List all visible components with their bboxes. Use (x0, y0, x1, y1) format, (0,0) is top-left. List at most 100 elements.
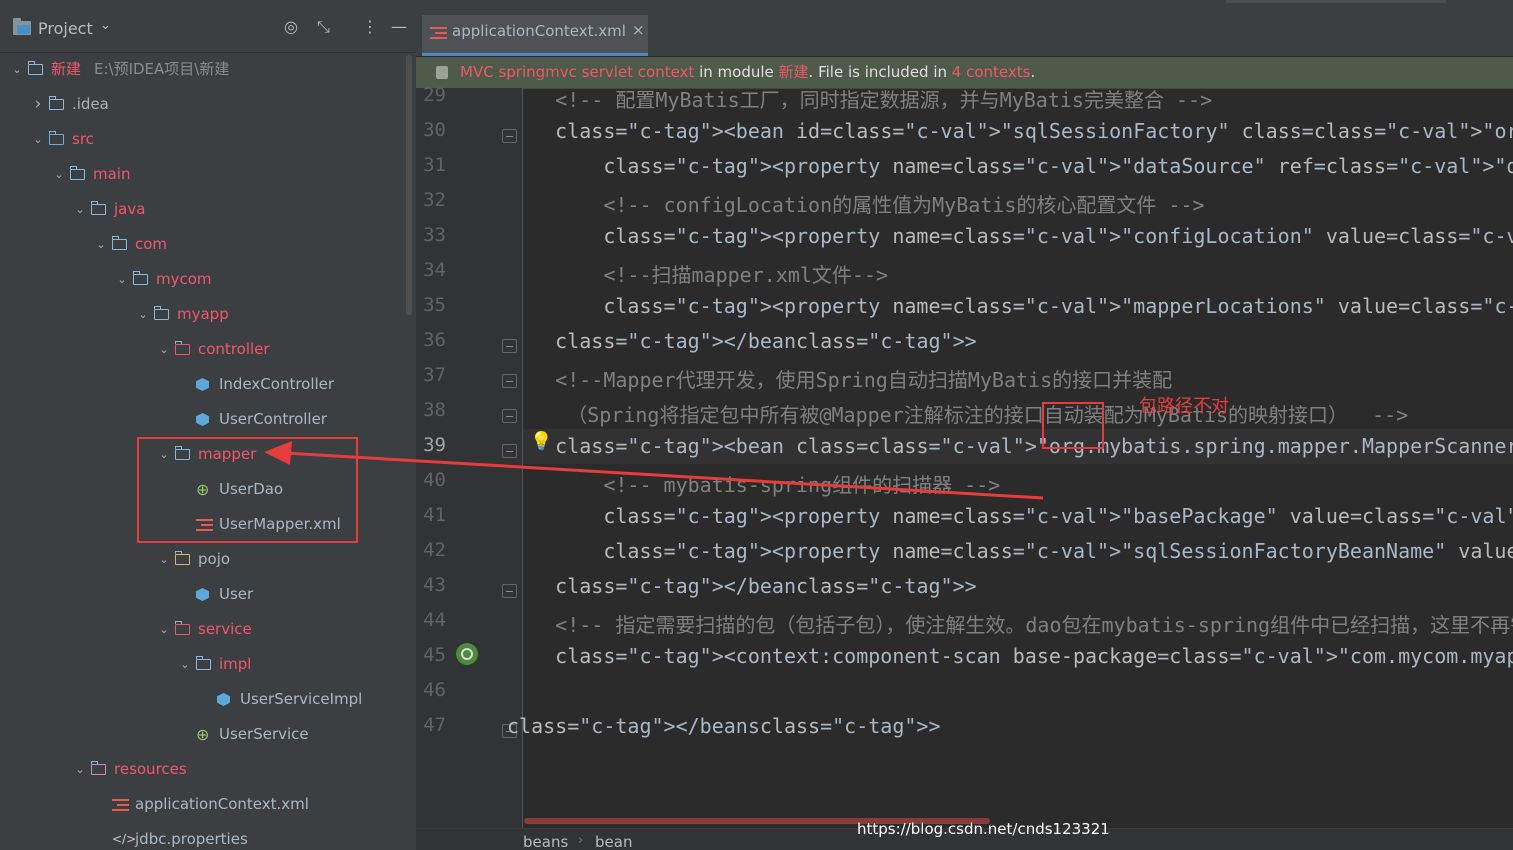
expand-arrow-icon[interactable]: ⌄ (115, 262, 129, 297)
dao-highlight-box (1042, 402, 1104, 449)
expand-arrow-icon[interactable]: ⌄ (73, 752, 87, 787)
tree-item-controller[interactable]: ⌄ controller (0, 332, 406, 367)
tree-item-idea[interactable]: › .idea (0, 87, 406, 122)
tree-item-mycom[interactable]: ⌄ mycom (0, 262, 406, 297)
package-icon (174, 551, 190, 565)
folder-icon (27, 61, 43, 75)
tree-item-label: myapp (177, 305, 229, 323)
code-line: class="c-tag"><bean class=class="c-val">… (555, 434, 1513, 458)
expand-arrow-icon[interactable]: ⌄ (52, 157, 66, 192)
spring-component-scan-icon[interactable] (456, 643, 478, 665)
line-number: 32 (423, 189, 446, 211)
tree-item-[interactable]: ⌄ 新建 E:\预IDEA项目\新建 (0, 52, 406, 87)
code-line: class="c-tag"><property name=class="c-va… (603, 224, 1513, 248)
line-number: 39 (423, 434, 446, 456)
collapse-all-icon[interactable]: ⤡ (317, 17, 330, 37)
tree-item-label: 新建 (51, 60, 82, 78)
package-icon (174, 621, 190, 635)
chevron-down-icon[interactable]: ⌄ (100, 18, 111, 33)
line-number: 35 (423, 294, 446, 316)
tree-item-resources[interactable]: ⌄ resources (0, 752, 406, 787)
code-line: <!--Mapper代理开发，使用Spring自动扫描MyBatis的接口并装配 (507, 368, 1173, 392)
expand-arrow-icon[interactable]: ⌄ (157, 612, 171, 647)
line-number: 47 (423, 714, 446, 736)
tree-item-myapp[interactable]: ⌄ myapp (0, 297, 406, 332)
tree-item-java[interactable]: ⌄ java (0, 192, 406, 227)
code-line: class="c-tag"><property name=class="c-va… (603, 294, 1513, 318)
context-link[interactable]: MVC springmvc servlet context (460, 63, 694, 81)
tree-item-label: mycom (156, 270, 212, 288)
tree-item-label: UserServiceImpl (240, 690, 363, 708)
expand-arrow-icon[interactable]: ⌄ (136, 297, 150, 332)
tree-item-jdbc-properties[interactable]: </> jdbc.properties (0, 822, 406, 850)
more-options-icon[interactable]: ⋮ (362, 17, 378, 37)
tree-item-user[interactable]: User (0, 577, 406, 612)
tree-item-src[interactable]: ⌄ src (0, 122, 406, 157)
tree-item-indexcontroller[interactable]: IndexController (0, 367, 406, 402)
breadcrumb-bean[interactable]: bean (595, 833, 632, 850)
class-icon (196, 378, 209, 391)
close-icon[interactable]: × (632, 21, 645, 39)
project-path: E:\预IDEA项目\新建 (94, 60, 230, 78)
sidebar-scrollbar[interactable] (406, 55, 412, 315)
tree-item-label: java (114, 200, 146, 218)
code-line: class="c-tag"><property name=class="c-va… (603, 504, 1513, 528)
module-name: 新建 (778, 63, 809, 81)
watermark: https://blog.csdn.net/cnds123321 (857, 820, 1110, 838)
breadcrumb-beans[interactable]: beans (523, 833, 568, 850)
locate-icon[interactable]: ◎ (284, 17, 298, 37)
tree-item-service[interactable]: ⌄ service (0, 612, 406, 647)
tree-item-impl[interactable]: ⌄ impl (0, 647, 406, 682)
tree-item-label: pojo (198, 550, 231, 568)
hide-panel-icon[interactable]: — (391, 17, 407, 37)
tree-item-label: UserController (219, 410, 327, 428)
expand-arrow-icon[interactable]: ⌄ (157, 542, 171, 577)
tree-item-label: .idea (72, 95, 109, 113)
code-line: class="c-tag"><property name=class="c-va… (603, 539, 1513, 563)
expand-arrow-icon[interactable]: ⌄ (10, 52, 24, 87)
tree-item-usercontroller[interactable]: UserController (0, 402, 406, 437)
code-line: class="c-tag"><context:component-scan ba… (555, 644, 1513, 668)
tree-item-main[interactable]: ⌄ main (0, 157, 406, 192)
tree-item-label: src (72, 130, 94, 148)
expand-arrow-icon[interactable]: ⌄ (31, 122, 45, 157)
properties-file-icon: </> (112, 832, 137, 846)
tree-item-com[interactable]: ⌄ com (0, 227, 406, 262)
project-panel-header: Project ⌄ ◎ ⤡ ⋮ — (0, 0, 416, 53)
tree-item-userservice[interactable]: ⊕ UserService (0, 717, 406, 752)
line-number: 31 (423, 154, 446, 176)
expand-arrow-icon[interactable]: ⌄ (178, 647, 192, 682)
interface-icon: ⊕ (196, 725, 210, 744)
breadcrumb-separator: › (578, 833, 584, 848)
tab-applicationcontext-xml[interactable]: applicationContext.xml × (422, 15, 648, 56)
xml-file-icon (112, 799, 129, 811)
xml-file-icon (430, 27, 447, 39)
package-icon (111, 236, 127, 250)
collapse-arrow-icon[interactable]: › (31, 87, 45, 122)
tree-item-applicationcontext-xml[interactable]: applicationContext.xml (0, 787, 406, 822)
project-panel: Project ⌄ ◎ ⤡ ⋮ — ⌄ 新建 E:\预IDEA项目\新建 › .idea… (0, 0, 416, 850)
project-view-selector[interactable]: Project (38, 19, 93, 38)
project-folder-icon (13, 18, 31, 35)
tree-item-label: com (135, 235, 168, 253)
code-area[interactable]: <!-- 配置MyBatis工厂，同时指定数据源，并与MyBatis完美整合 -… (507, 88, 1513, 828)
class-icon (217, 693, 230, 706)
line-number: 34 (423, 259, 446, 281)
tree-item-pojo[interactable]: ⌄ pojo (0, 542, 406, 577)
tree-item-label: resources (114, 760, 187, 778)
expand-arrow-icon[interactable]: ⌄ (94, 227, 108, 262)
line-number: 36 (423, 329, 446, 351)
tree-item-userserviceimpl[interactable]: UserServiceImpl (0, 682, 406, 717)
line-number: 29 (423, 84, 446, 106)
contexts-link[interactable]: 4 contexts (952, 63, 1031, 81)
class-icon (196, 413, 209, 426)
source-folder-icon (48, 131, 64, 145)
lightbulb-icon[interactable]: 💡 (530, 431, 552, 452)
expand-arrow-icon[interactable]: ⌄ (73, 192, 87, 227)
editor-tab-bar: applicationContext.xml × (416, 0, 1513, 56)
expand-arrow-icon[interactable]: ⌄ (157, 332, 171, 367)
code-line: （Spring将指定包中所有被@Mapper注解标注的接口自动装配为MyBati… (507, 403, 1409, 427)
mapper-highlight-box (137, 437, 358, 543)
line-number: 45 (423, 644, 446, 666)
code-line: <!-- configLocation的属性值为MyBatis的核心配置文件 -… (507, 193, 1205, 217)
